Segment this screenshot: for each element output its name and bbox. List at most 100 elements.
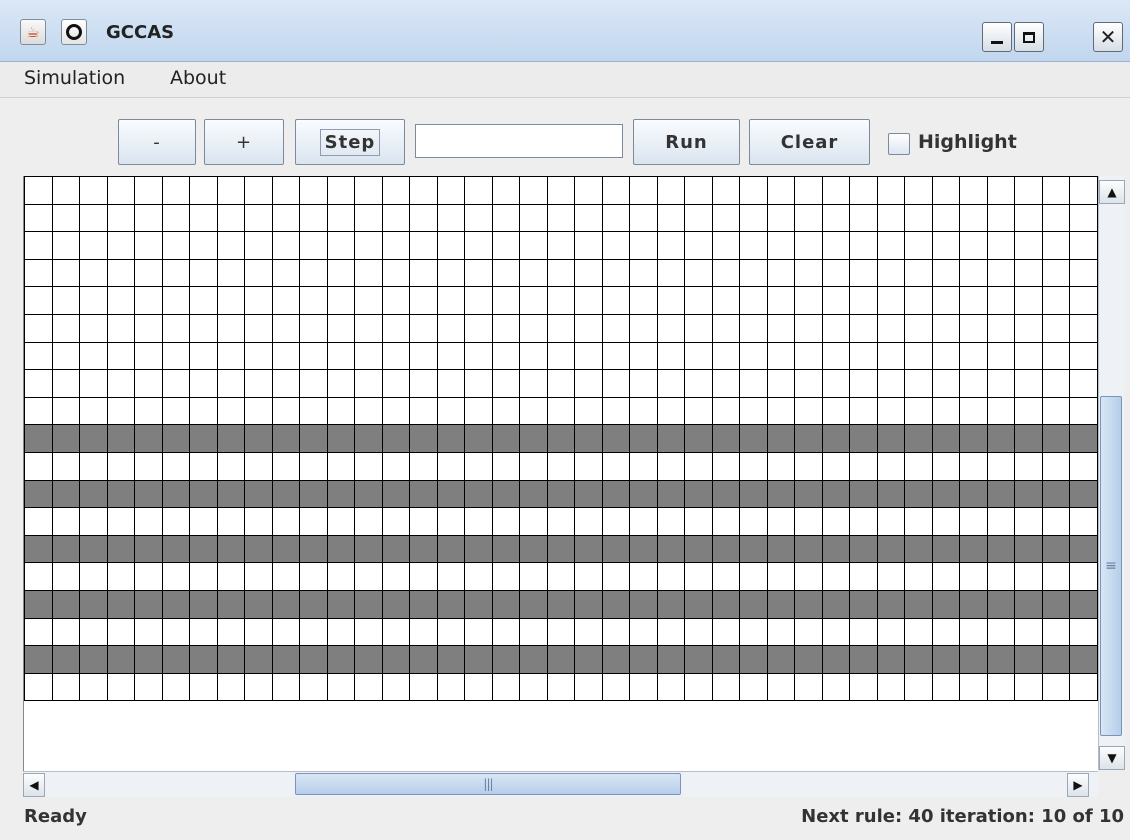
grid-cell[interactable] [135, 480, 163, 509]
grid-cell[interactable] [1015, 425, 1043, 453]
grid-cell[interactable] [272, 397, 300, 426]
grid-cell[interactable] [217, 397, 245, 426]
grid-cell[interactable] [685, 452, 713, 481]
grid-cell[interactable] [1042, 370, 1070, 398]
grid-cell[interactable] [217, 342, 245, 371]
grid-cell[interactable] [162, 480, 190, 509]
grid-cell[interactable] [107, 425, 135, 453]
grid-cell[interactable] [520, 287, 548, 315]
grid-cell[interactable] [190, 287, 218, 315]
grid-cell[interactable] [1015, 232, 1043, 260]
grid-cell[interactable] [795, 204, 823, 233]
grid-cell[interactable] [80, 177, 108, 205]
grid-cell[interactable] [602, 342, 630, 371]
grid-cell[interactable] [492, 618, 520, 647]
grid-cell[interactable] [272, 535, 300, 564]
grid-cell[interactable] [217, 204, 245, 233]
grid-cell[interactable] [905, 204, 933, 233]
grid-cell[interactable] [465, 342, 493, 371]
grid-cell[interactable] [630, 480, 658, 509]
grid-cell[interactable] [877, 563, 905, 591]
grid-cell[interactable] [795, 425, 823, 453]
grid-cell[interactable] [822, 177, 850, 205]
grid-cell[interactable] [162, 314, 190, 343]
grid-cell[interactable] [272, 563, 300, 591]
grid-cell[interactable] [437, 673, 465, 702]
grid-cell[interactable] [740, 342, 768, 371]
grid-cell[interactable] [850, 232, 878, 260]
grid-cell[interactable] [25, 232, 53, 260]
grid-cell[interactable] [437, 480, 465, 509]
grid-cell[interactable] [107, 563, 135, 591]
grid-cell[interactable] [190, 204, 218, 233]
grid-cell[interactable] [657, 397, 685, 426]
grid-cell[interactable] [575, 508, 603, 536]
grid-cell[interactable] [80, 342, 108, 371]
grid-cell[interactable] [850, 480, 878, 509]
grid-cell[interactable] [465, 259, 493, 288]
grid-cell[interactable] [630, 177, 658, 205]
grid-cell[interactable] [602, 535, 630, 564]
grid-cell[interactable] [960, 508, 988, 536]
grid-cell[interactable] [1015, 314, 1043, 343]
grid-cell[interactable] [300, 590, 328, 619]
grid-cell[interactable] [1070, 452, 1098, 481]
grid-cell[interactable] [245, 425, 273, 453]
grid-cell[interactable] [382, 397, 410, 426]
grid-cell[interactable] [822, 563, 850, 591]
grid-cell[interactable] [822, 452, 850, 481]
grid-cell[interactable] [245, 397, 273, 426]
grid-cell[interactable] [547, 397, 575, 426]
grid-cell[interactable] [932, 204, 960, 233]
grid-cell[interactable] [822, 590, 850, 619]
grid-cell[interactable] [410, 508, 438, 536]
grid-cell[interactable] [850, 563, 878, 591]
grid-cell[interactable] [960, 259, 988, 288]
grid-cell[interactable] [465, 452, 493, 481]
grid-cell[interactable] [80, 480, 108, 509]
grid-cell[interactable] [355, 204, 383, 233]
grid-cell[interactable] [162, 232, 190, 260]
grid-cell[interactable] [107, 452, 135, 481]
grid-cell[interactable] [382, 287, 410, 315]
grid-cell[interactable] [382, 535, 410, 564]
grid-cell[interactable] [740, 425, 768, 453]
grid-cell[interactable] [602, 425, 630, 453]
grid-cell[interactable] [602, 259, 630, 288]
grid-cell[interactable] [740, 370, 768, 398]
grid-cell[interactable] [960, 204, 988, 233]
grid-cell[interactable] [217, 287, 245, 315]
grid-cell[interactable] [740, 480, 768, 509]
grid-cell[interactable] [272, 590, 300, 619]
grid-cell[interactable] [767, 314, 795, 343]
grid-cell[interactable] [272, 673, 300, 702]
grid-cell[interactable] [877, 204, 905, 233]
grid-cell[interactable] [245, 618, 273, 647]
iterations-input[interactable] [415, 124, 623, 158]
grid-cell[interactable] [822, 508, 850, 536]
grid-cell[interactable] [382, 204, 410, 233]
grid-cell[interactable] [1015, 342, 1043, 371]
grid-cell[interactable] [190, 370, 218, 398]
grid-cell[interactable] [300, 259, 328, 288]
grid-cell[interactable] [657, 673, 685, 702]
grid-cell[interactable] [932, 563, 960, 591]
grid-cell[interactable] [52, 314, 80, 343]
grid-cell[interactable] [795, 480, 823, 509]
grid-cell[interactable] [1070, 370, 1098, 398]
grid-cell[interactable] [492, 590, 520, 619]
grid-cell[interactable] [987, 508, 1015, 536]
grid-cell[interactable] [80, 204, 108, 233]
grid-cell[interactable] [822, 397, 850, 426]
grid-cell[interactable] [657, 314, 685, 343]
grid-cell[interactable] [245, 452, 273, 481]
grid-cell[interactable] [437, 563, 465, 591]
grid-cell[interactable] [960, 342, 988, 371]
grid-cell[interactable] [575, 618, 603, 647]
grid-cell[interactable] [162, 342, 190, 371]
grid-cell[interactable] [245, 342, 273, 371]
grid-cell[interactable] [410, 480, 438, 509]
grid-cell[interactable] [740, 397, 768, 426]
grid-cell[interactable] [1042, 177, 1070, 205]
grid-cell[interactable] [850, 259, 878, 288]
